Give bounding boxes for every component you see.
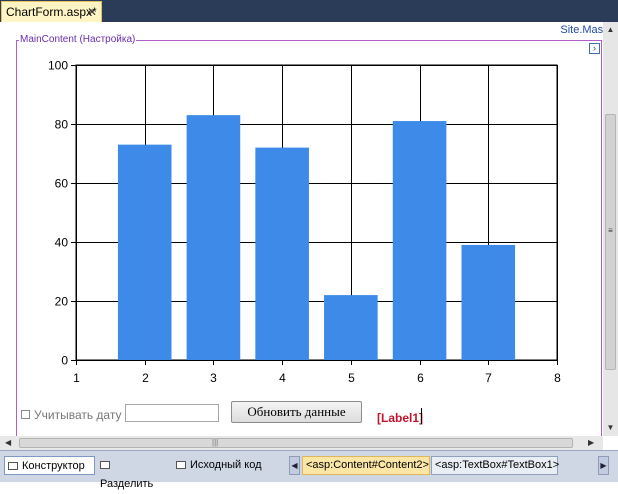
chart-bar — [186, 115, 241, 361]
y-tick-label: 80 — [55, 118, 69, 132]
breadcrumb-content2[interactable]: <asp:Content#Content2> — [302, 456, 430, 475]
scroll-down-icon[interactable]: ▼ — [603, 423, 618, 432]
scroll-up-icon[interactable]: ▲ — [603, 25, 618, 34]
view-switcher-bar: Конструктор Разделить Исходный код ◀ <as… — [0, 450, 618, 490]
source-view-label: Исходный код — [190, 459, 262, 471]
designer-view-label: Конструктор — [22, 460, 85, 472]
breadcrumb-forward-icon[interactable]: ▶ — [598, 456, 609, 475]
smart-tag-expand-icon[interactable]: › — [589, 43, 600, 54]
bar-chart: 0 20 40 60 80 100 1 2 3 4 5 6 7 8 — [48, 59, 561, 386]
x-axis-tick-labels: 1 2 3 4 5 6 7 8 — [73, 371, 561, 385]
source-view-button[interactable]: Исходный код — [173, 456, 271, 475]
y-tick-label: 0 — [61, 354, 68, 368]
breadcrumb-textbox1[interactable]: <asp:TextBox#TextBox1> — [431, 456, 559, 475]
document-tab-title: ChartForm.aspx* — [6, 5, 97, 19]
horizontal-grip-icon: ||| — [212, 438, 219, 447]
split-view-label: Разделить — [100, 478, 154, 490]
source-icon — [176, 461, 186, 470]
x-tick-label: 8 — [554, 371, 561, 385]
text-caret — [421, 408, 422, 424]
horizontal-scroll-thumb[interactable] — [19, 438, 573, 448]
horizontal-scrollbar[interactable]: ◀ ||| ▶ — [0, 436, 603, 450]
scroll-left-icon[interactable]: ◀ — [5, 436, 11, 450]
x-tick-label: 4 — [279, 371, 286, 385]
chart-bar — [117, 144, 172, 360]
y-tick-label: 60 — [55, 177, 69, 191]
content-placeholder-label: MainContent (Настройка) — [19, 34, 137, 46]
update-data-button[interactable]: Обновить данные — [231, 401, 362, 423]
y-tick-label: 100 — [48, 59, 68, 73]
breadcrumb-back-icon[interactable]: ◀ — [289, 456, 300, 475]
date-textbox[interactable] — [125, 404, 219, 422]
use-date-checkbox-label: Учитывать дату — [34, 408, 122, 422]
chart-bar — [324, 295, 378, 360]
x-tick-label: 3 — [210, 371, 217, 385]
x-tick-label: 5 — [348, 371, 355, 385]
designer-icon — [8, 462, 18, 471]
chart-bar — [461, 244, 516, 360]
vertical-scroll-thumb[interactable] — [605, 114, 616, 370]
chart-bar — [392, 121, 447, 360]
designer-view-button[interactable]: Конструктор — [4, 456, 95, 475]
use-date-checkbox[interactable] — [21, 410, 30, 419]
y-axis-tick-labels: 0 20 40 60 80 100 — [48, 59, 68, 368]
y-tick-label: 40 — [55, 236, 69, 250]
document-tab-strip: ChartForm.aspx* ✕ — [0, 0, 618, 22]
split-view-button[interactable]: Разделить — [97, 456, 169, 490]
x-tick-label: 7 — [485, 371, 492, 385]
split-icon — [100, 461, 110, 470]
document-tab[interactable]: ChartForm.aspx* ✕ — [1, 1, 102, 22]
close-tab-icon[interactable]: ✕ — [87, 2, 97, 22]
scroll-right-icon[interactable]: ▶ — [588, 436, 594, 450]
x-tick-label: 1 — [73, 371, 80, 385]
y-tick-label: 20 — [55, 295, 69, 309]
x-tick-label: 6 — [417, 371, 424, 385]
scroll-grip-icon: ≡ — [608, 226, 613, 235]
x-tick-label: 2 — [142, 371, 149, 385]
vertical-scrollbar[interactable]: ▲ ≡ ▼ — [603, 22, 618, 436]
chart-bar — [255, 147, 309, 360]
label1-control: [Label1] — [377, 411, 424, 425]
